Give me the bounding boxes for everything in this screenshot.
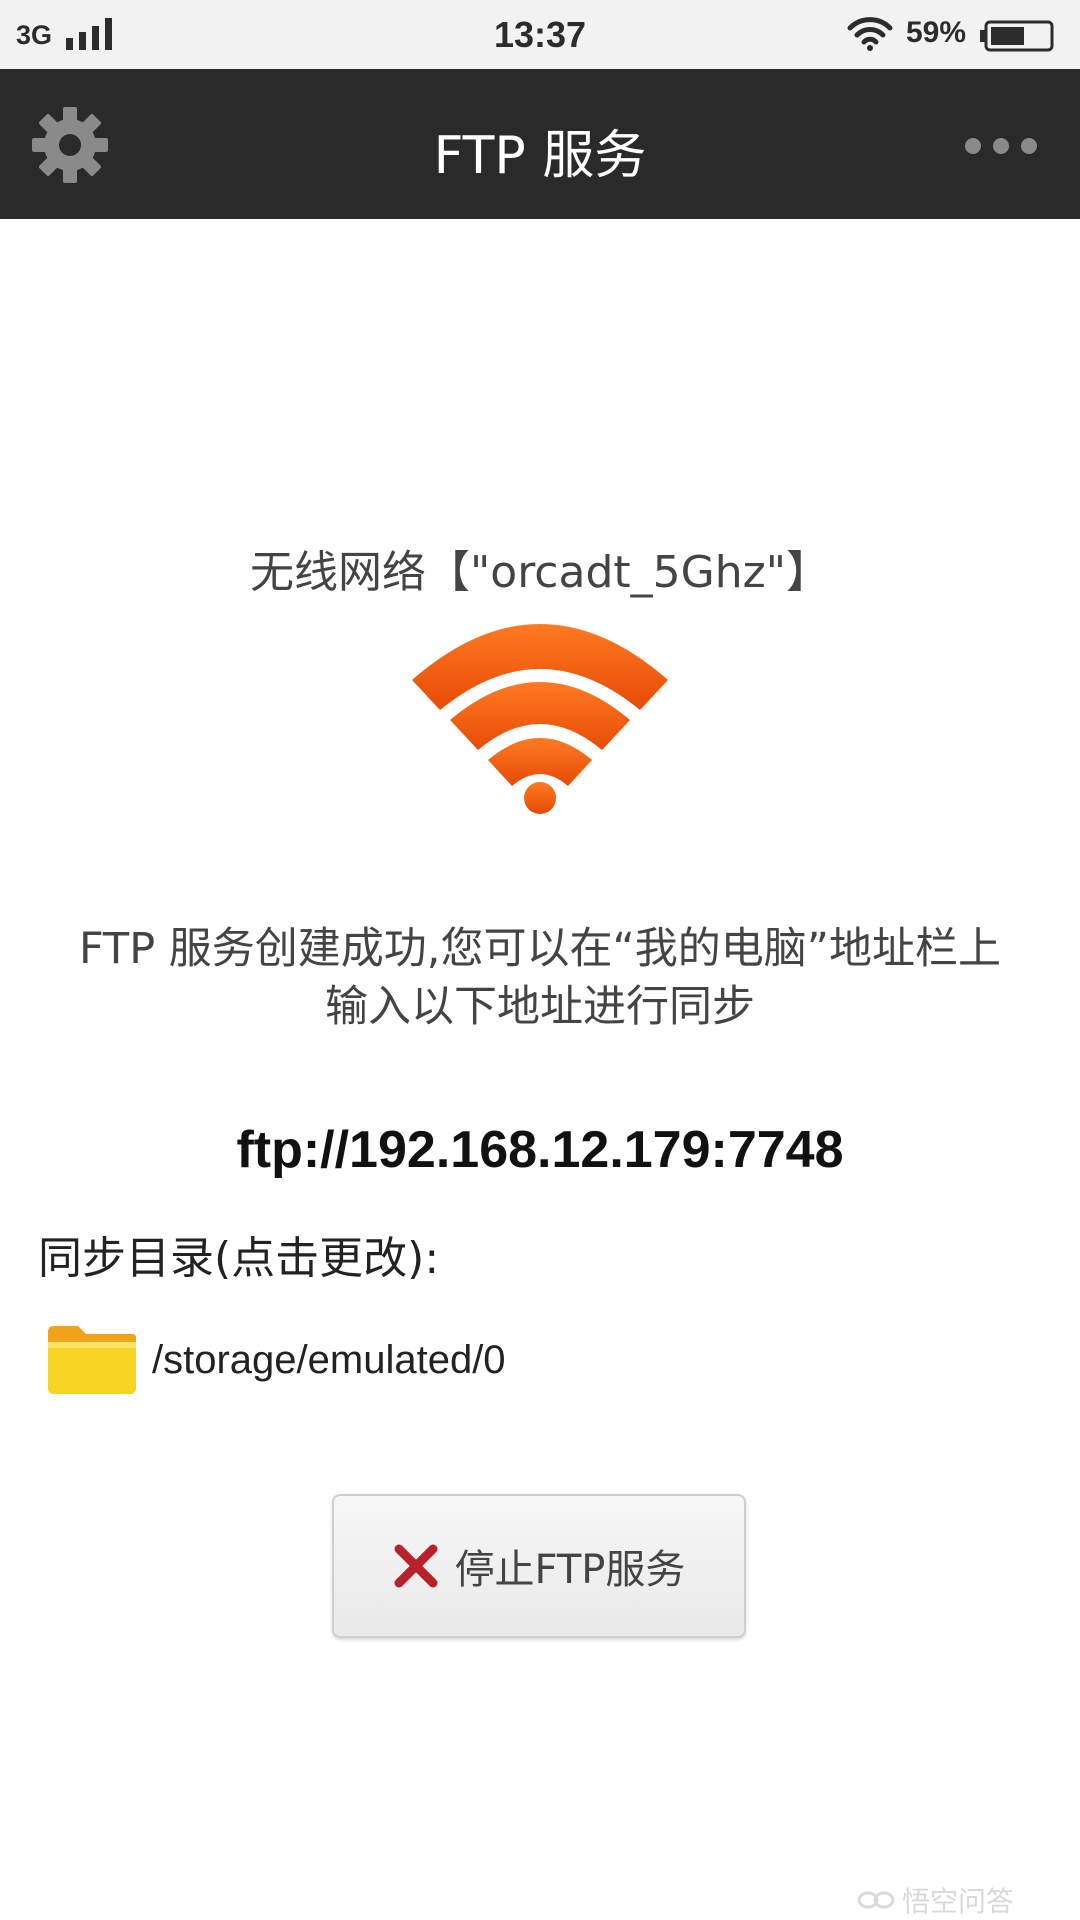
page-title: FTP 服务 xyxy=(433,126,647,186)
wifi-signal-icon xyxy=(412,624,668,814)
ftp-address: ftp://192.168.12.179:7748 xyxy=(236,1121,844,1179)
sync-directory-path: /storage/emulated/0 xyxy=(152,1337,506,1382)
success-message: FTP 服务创建成功,您可以在“我的电脑”地址栏上 输入以下地址进行同步 xyxy=(30,920,1050,1036)
wifi-icon xyxy=(847,17,893,51)
watermark-logo-icon xyxy=(857,1891,895,1909)
sync-directory-label: 同步目录(点击更改): xyxy=(38,1233,440,1284)
stop-ftp-button-label: 停止FTP服务 xyxy=(454,1547,686,1593)
status-bar: 3G 13:37 59% xyxy=(0,0,1080,69)
sync-directory-selector[interactable]: /storage/emulated/0 xyxy=(44,1322,506,1398)
ftp-service-screen: 3G 13:37 59% FTP 服务 无线网络【"orcadt_5Ghz"】 … xyxy=(0,0,1080,1920)
network-name-label: 无线网络【"orcadt_5Ghz"】 xyxy=(250,547,830,598)
more-button[interactable] xyxy=(956,121,1046,171)
close-icon xyxy=(394,1544,438,1588)
battery-icon xyxy=(980,20,1054,52)
success-message-line-2: 输入以下地址进行同步 xyxy=(325,982,755,1032)
folder-icon xyxy=(48,1326,136,1394)
watermark: 悟空问答 xyxy=(856,1880,1014,1920)
stop-ftp-button[interactable]: 停止FTP服务 xyxy=(332,1494,746,1638)
more-icon xyxy=(965,138,1037,154)
app-bar: FTP 服务 xyxy=(0,69,1080,219)
battery-percent: 59% xyxy=(906,16,967,49)
watermark-text: 悟空问答 xyxy=(902,1885,1015,1918)
success-message-line-1: FTP 服务创建成功,您可以在“我的电脑”地址栏上 xyxy=(78,924,1002,974)
